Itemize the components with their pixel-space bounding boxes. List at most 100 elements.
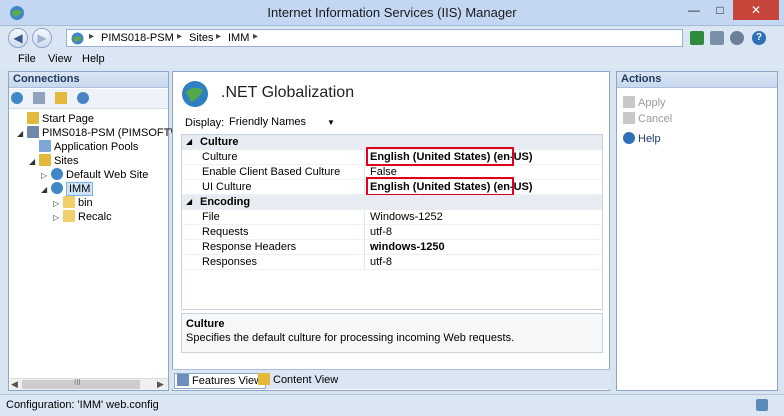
stop-icon[interactable] <box>710 31 724 45</box>
property-name: Culture <box>202 151 238 163</box>
globe-icon <box>51 168 63 180</box>
breadcrumb-separator: ▸ <box>216 31 222 42</box>
collapse-arrow-icon[interactable]: ◢ <box>186 137 192 146</box>
tree-item[interactable]: ◢ IMM <box>41 182 94 196</box>
scroll-left-icon[interactable]: ◀ <box>11 379 18 390</box>
grid-section-title: Culture <box>200 136 239 148</box>
tree-item-label: PIMS018-PSM (PIMSOFT\dec <box>42 127 192 139</box>
property-name: Responses <box>202 256 258 268</box>
grid-section-header[interactable]: ◢ Encoding <box>182 195 602 210</box>
menu-view[interactable]: View <box>48 53 72 65</box>
actions-pane: Actions Apply Cancel Help <box>616 71 778 391</box>
property-grid: ◢ Culture Culture English (United States) (… <box>181 134 603 310</box>
cancel-icon <box>623 112 635 124</box>
status-text: Configuration: 'IMM' web.config <box>6 399 159 411</box>
collapse-arrow-icon[interactable]: ◢ <box>41 185 51 194</box>
tree-item[interactable]: Application Pools <box>29 140 138 154</box>
horizontal-scrollbar[interactable]: ◀ III ▶ <box>10 378 168 390</box>
features-pane: .NET Globalization Display: Friendly Nam… <box>172 71 610 391</box>
grid-row[interactable]: UI Culture English (United States) (en-US… <box>182 177 602 196</box>
disconnect-icon[interactable] <box>77 92 89 104</box>
tree-item[interactable]: ▷ Default Web Site <box>41 168 148 182</box>
tree-item[interactable]: ◢ PIMS018-PSM (PIMSOFT\dec <box>17 126 191 140</box>
cancel-action[interactable]: Cancel <box>623 112 672 125</box>
refresh-icon[interactable] <box>730 31 744 45</box>
view-tabs: Features View Content View <box>172 369 610 389</box>
grid-row[interactable]: Responses utf-8 <box>182 255 602 270</box>
tree-item[interactable]: ▷ bin <box>53 196 93 210</box>
apply-action[interactable]: Apply <box>623 96 666 109</box>
column-divider <box>364 150 365 165</box>
scroll-grip: III <box>74 378 81 387</box>
save-icon[interactable] <box>33 92 45 104</box>
minimize-button[interactable]: — <box>681 0 707 20</box>
breadcrumb-separator: ▸ <box>253 31 259 42</box>
close-button[interactable]: ✕ <box>733 0 779 20</box>
actions-header: Actions <box>617 72 777 88</box>
tree-item[interactable]: Start Page <box>17 112 94 126</box>
breadcrumb-sites[interactable]: Sites <box>189 32 213 44</box>
grid-row[interactable]: Response Headers windows-1250 <box>182 240 602 255</box>
grid-row[interactable]: Culture English (United States) (en-US) <box>182 147 602 166</box>
breadcrumb-separator: ▸ <box>89 31 95 42</box>
display-label: Display: <box>185 117 225 129</box>
breadcrumb[interactable]: ▸ PIMS018-PSM ▸ Sites ▸ IMM ▸ <box>66 29 683 47</box>
tree-item-label: Start Page <box>42 113 94 125</box>
scrollbar-thumb[interactable]: III <box>22 378 140 389</box>
property-value[interactable]: Windows-1252 <box>370 211 443 223</box>
connect-globe-icon[interactable] <box>11 92 23 104</box>
display-mode-select[interactable]: Friendly Names ▼ <box>221 115 341 131</box>
features-view-icon <box>177 374 189 386</box>
grid-row[interactable]: Requests utf-8 <box>182 225 602 240</box>
expand-arrow-icon[interactable]: ▷ <box>53 213 63 222</box>
menu-file[interactable]: File <box>18 53 36 65</box>
menu-help[interactable]: Help <box>82 53 105 65</box>
maximize-button[interactable]: □ <box>707 0 733 20</box>
server-icon <box>27 126 39 138</box>
folder-up-icon[interactable] <box>55 92 67 104</box>
property-value[interactable]: utf-8 <box>370 256 392 268</box>
tab-content-view[interactable]: Content View <box>256 373 341 389</box>
tab-features-view[interactable]: Features View <box>174 373 267 389</box>
expand-arrow-icon[interactable]: ▷ <box>41 171 51 180</box>
property-value[interactable]: utf-8 <box>370 226 392 238</box>
grid-row[interactable]: File Windows-1252 <box>182 210 602 225</box>
breadcrumb-server[interactable]: PIMS018-PSM <box>101 32 174 44</box>
page-title: .NET Globalization <box>221 84 355 101</box>
description-panel: Culture Specifies the default culture fo… <box>181 313 603 353</box>
back-arrow-icon[interactable]: ◀ <box>8 28 28 48</box>
help-action[interactable]: Help <box>623 132 661 145</box>
connect-icon[interactable] <box>690 31 704 45</box>
collapse-arrow-icon[interactable]: ◢ <box>186 197 192 206</box>
sites-folder-icon <box>39 154 51 166</box>
app-pools-icon <box>39 140 51 152</box>
tree-item[interactable]: ▷ Recalc <box>53 210 112 224</box>
globe-icon <box>51 182 63 194</box>
tree-item-label: Default Web Site <box>66 169 149 181</box>
connections-toolbar <box>9 89 168 109</box>
column-divider <box>364 165 365 180</box>
property-value[interactable]: windows-1250 <box>370 241 445 253</box>
tree-item-label: Sites <box>54 155 79 167</box>
collapse-arrow-icon[interactable]: ◢ <box>29 157 39 166</box>
menu-bar: File View Help <box>0 50 784 68</box>
help-icon[interactable]: ? <box>752 31 766 45</box>
folder-icon <box>63 196 75 208</box>
property-name: UI Culture <box>202 181 252 193</box>
tree-item[interactable]: ◢ Sites <box>29 154 78 168</box>
description-title: Culture <box>186 318 225 330</box>
breadcrumb-imm[interactable]: IMM <box>228 32 249 44</box>
column-divider <box>364 255 365 270</box>
scroll-right-icon[interactable]: ▶ <box>157 379 164 390</box>
highlight-box <box>366 177 514 196</box>
folder-icon <box>63 210 75 222</box>
forward-arrow-icon[interactable]: ▶ <box>32 28 52 48</box>
window-title: Internet Information Services (IIS) Mana… <box>267 5 517 20</box>
expand-arrow-icon[interactable]: ▷ <box>53 199 63 208</box>
collapse-arrow-icon[interactable]: ◢ <box>17 129 27 138</box>
tab-features-label: Features View <box>192 375 263 387</box>
tab-content-label: Content View <box>273 374 339 386</box>
column-divider <box>364 240 365 255</box>
display-value: Friendly Names <box>229 116 307 128</box>
tree-item-label: bin <box>78 197 93 209</box>
